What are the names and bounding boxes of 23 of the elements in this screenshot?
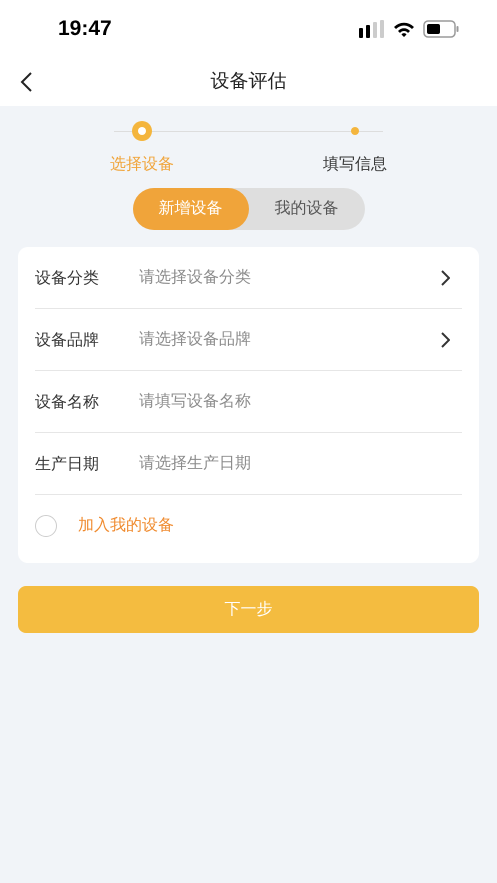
step-label: 填写信息 — [322, 154, 388, 175]
next-button[interactable]: 下一步 — [18, 586, 479, 633]
field-label: 设备名称 — [35, 392, 100, 412]
chevron-right-icon — [440, 332, 450, 348]
checkbox[interactable] — [35, 515, 57, 537]
page-title: 设备评估 — [210, 70, 286, 94]
checkbox-label: 加入我的设备 — [78, 516, 174, 536]
input-field[interactable]: 请填写设备名称 — [139, 371, 462, 432]
select-field[interactable]: 请选择设备品牌 — [139, 309, 462, 370]
back-icon — [19, 71, 33, 93]
field-label: 设备品牌 — [35, 330, 100, 350]
signal-icon — [359, 20, 385, 38]
input-field[interactable]: 请选择生产日期 — [139, 433, 462, 494]
status-time: 19:47 — [58, 16, 112, 42]
segment-tab[interactable]: 我的设备 — [248, 188, 364, 230]
battery-icon — [423, 20, 459, 38]
wifi-icon — [393, 20, 415, 38]
field-label: 生产日期 — [35, 454, 100, 474]
field-label: 设备分类 — [35, 268, 100, 288]
select-field[interactable]: 请选择设备分类 — [139, 247, 462, 308]
step-label: 选择设备 — [109, 154, 175, 175]
chevron-right-icon — [440, 270, 450, 286]
segment-tab[interactable]: 新增设备 — [132, 188, 248, 230]
